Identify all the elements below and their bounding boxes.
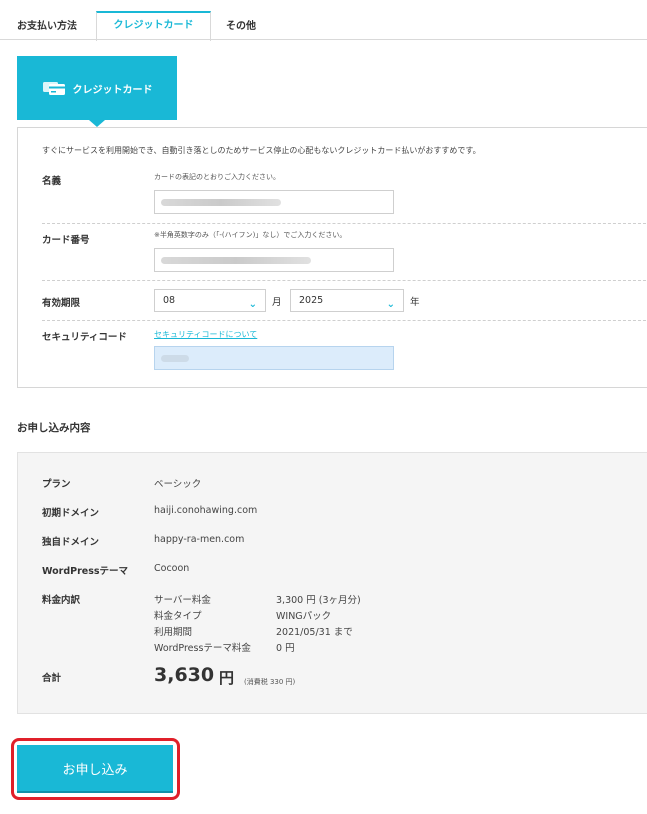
credit-card-method-label: クレジットカード xyxy=(72,84,153,96)
fee-item-value: 2021/05/31 まで xyxy=(276,627,353,638)
total-label: 合計 xyxy=(42,673,62,684)
expiry-year-select[interactable]: 2025 ⌄ xyxy=(290,289,404,312)
wordpress-theme-label: WordPressテーマ xyxy=(42,566,129,577)
own-domain-label: 独自ドメイン xyxy=(42,537,100,548)
security-code-help-link[interactable]: セキュリティコードについて xyxy=(154,329,257,340)
plan-label: プラン xyxy=(42,479,71,490)
blurred-value xyxy=(161,355,189,362)
chevron-down-icon: ⌄ xyxy=(386,299,395,310)
cardholder-name-label: 名義 xyxy=(42,176,62,187)
order-summary-title: お申し込み内容 xyxy=(17,422,91,434)
fee-item-name: サーバー料金 xyxy=(154,595,211,606)
fee-item-name: WordPressテーマ料金 xyxy=(154,643,251,654)
tab-other[interactable]: その他 xyxy=(226,17,256,32)
card-form-intro: すぐにサービスを利用開始でき、自動引き落としのためサービス停止の心配もないクレジ… xyxy=(42,146,481,155)
cardholder-name-input[interactable] xyxy=(154,190,394,214)
card-number-input[interactable] xyxy=(154,248,394,272)
year-unit: 年 xyxy=(410,297,420,308)
card-number-label: カード番号 xyxy=(42,235,90,246)
security-code-label: セキュリティコード xyxy=(42,332,127,343)
card-number-hint: ※半角英数字のみ（「-(ハイフン)」なし）でご入力ください。 xyxy=(154,231,347,239)
initial-domain-value: haiji.conohawing.com xyxy=(154,505,258,516)
fee-breakdown-label: 料金内訳 xyxy=(42,595,81,606)
own-domain-value: happy-ra-men.com xyxy=(154,534,245,545)
row-divider xyxy=(42,280,646,281)
total-currency-unit: 円 xyxy=(219,669,235,687)
chevron-down-icon: ⌄ xyxy=(248,299,257,310)
cardholder-name-hint: カードの表記のとおりご入力ください。 xyxy=(154,173,280,181)
initial-domain-label: 初期ドメイン xyxy=(42,508,100,519)
credit-card-icon xyxy=(42,80,66,96)
expiry-month-value: 08 xyxy=(163,295,176,306)
expiry-year-value: 2025 xyxy=(299,295,324,306)
fee-item-value: 3,300 円 (3ヶ月分) xyxy=(276,595,361,606)
expiry-month-select[interactable]: 08 ⌄ xyxy=(154,289,266,312)
month-unit: 月 xyxy=(272,297,282,308)
wordpress-theme-value: Cocoon xyxy=(154,563,190,574)
blurred-value xyxy=(161,257,311,264)
total-amount: 3,630 xyxy=(154,664,215,686)
plan-value: ベーシック xyxy=(154,479,202,490)
row-divider xyxy=(42,223,646,224)
row-divider xyxy=(42,320,646,321)
tab-credit-card-label: クレジットカード xyxy=(113,20,194,31)
blurred-value xyxy=(161,199,281,206)
expiry-label: 有効期限 xyxy=(42,298,81,309)
payment-method-heading: お支払い方法 xyxy=(17,21,77,32)
fee-item-value: 0 円 xyxy=(276,643,295,654)
fee-item-name: 利用期間 xyxy=(154,627,193,638)
tab-credit-card[interactable]: クレジットカード xyxy=(96,11,211,41)
fee-item-name: 料金タイプ xyxy=(154,611,202,622)
security-code-input[interactable] xyxy=(154,346,394,370)
tax-note: (消費税 330 円) xyxy=(244,678,296,686)
tab-divider xyxy=(0,39,647,40)
submit-application-button[interactable]: お申し込み xyxy=(17,745,173,791)
fee-item-value: WINGパック xyxy=(276,611,332,622)
credit-card-method-tile[interactable]: クレジットカード xyxy=(17,56,177,127)
order-summary-panel xyxy=(17,452,647,714)
